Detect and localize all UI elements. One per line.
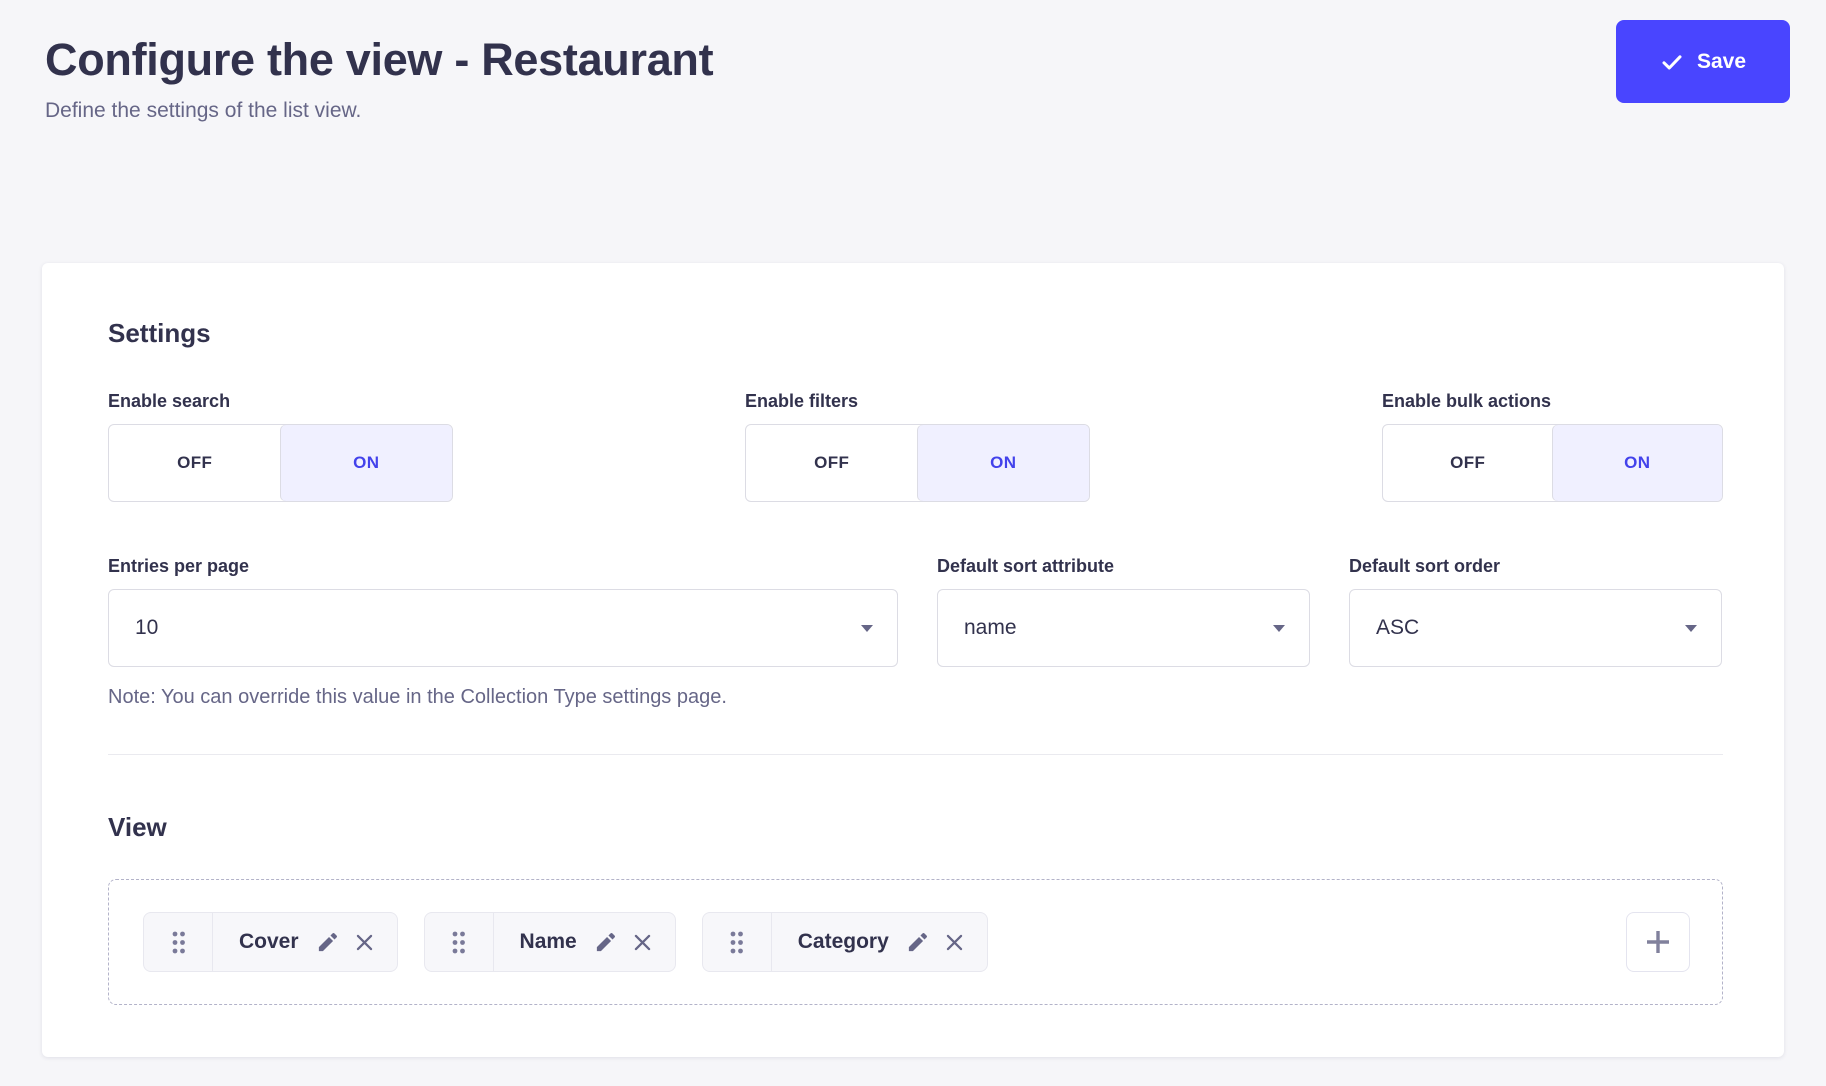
default-sort-order-label: Default sort order — [1349, 555, 1722, 577]
pencil-icon — [906, 931, 929, 954]
entries-per-page-label: Entries per page — [108, 555, 898, 577]
default-sort-order-select[interactable]: ASC — [1349, 589, 1722, 667]
settings-heading: Settings — [108, 317, 1723, 350]
enable-bulk-actions-label: Enable bulk actions — [1382, 390, 1723, 412]
drag-handle[interactable] — [703, 913, 772, 971]
field-chip-label: Name — [494, 930, 594, 954]
chevron-down-icon — [1273, 625, 1285, 632]
default-sort-attribute-select[interactable]: name — [937, 589, 1310, 667]
default-sort-attribute-value: name — [964, 616, 1017, 640]
enable-bulk-actions-off-button[interactable]: OFF — [1383, 425, 1553, 501]
page-header: Configure the view - Restaurant Define t… — [0, 0, 1826, 263]
pencil-icon — [316, 931, 339, 954]
enable-filters-toggle: OFF ON — [745, 424, 1090, 502]
field-chip-name: Name — [424, 912, 676, 972]
enable-bulk-actions-on-button[interactable]: ON — [1553, 425, 1723, 501]
close-icon — [944, 932, 965, 953]
drag-dots-icon — [729, 930, 744, 955]
toggle-row: Enable search OFF ON Enable filters OFF … — [108, 390, 1723, 502]
enable-search-label: Enable search — [108, 390, 453, 412]
field-chip-cover: Cover — [143, 912, 398, 972]
select-field-entries-per-page: Entries per page 10 — [108, 555, 898, 667]
edit-field-button[interactable] — [316, 931, 339, 954]
drag-handle[interactable] — [144, 913, 213, 971]
pencil-icon — [594, 931, 617, 954]
save-button[interactable]: Save — [1616, 20, 1790, 103]
chevron-down-icon — [861, 625, 873, 632]
enable-bulk-actions-toggle: OFF ON — [1382, 424, 1723, 502]
enable-filters-label: Enable filters — [745, 390, 1090, 412]
close-icon — [632, 932, 653, 953]
remove-field-button[interactable] — [944, 932, 965, 953]
note-text: Note: You can override this value in the… — [108, 685, 1723, 710]
enable-filters-off-button[interactable]: OFF — [746, 425, 918, 501]
add-field-button[interactable] — [1626, 912, 1690, 972]
enable-filters-on-button[interactable]: ON — [918, 425, 1090, 501]
field-chip-category: Category — [702, 912, 988, 972]
view-heading: View — [108, 811, 1723, 844]
save-button-label: Save — [1697, 50, 1746, 74]
close-icon — [354, 932, 375, 953]
enable-search-toggle: OFF ON — [108, 424, 453, 502]
enable-search-off-button[interactable]: OFF — [109, 425, 281, 501]
drag-dots-icon — [171, 930, 186, 955]
entries-per-page-select[interactable]: 10 — [108, 589, 898, 667]
default-sort-order-value: ASC — [1376, 616, 1419, 640]
field-chip-label: Category — [772, 930, 906, 954]
chevron-down-icon — [1685, 625, 1697, 632]
enable-search-on-button[interactable]: ON — [281, 425, 453, 501]
default-sort-attribute-label: Default sort attribute — [937, 555, 1310, 577]
check-icon — [1660, 50, 1684, 74]
toggle-field-enable-search: Enable search OFF ON — [108, 390, 453, 502]
select-field-default-sort-attribute: Default sort attribute name — [937, 555, 1310, 667]
view-fields-dropzone: Cover Name — [108, 879, 1723, 1005]
field-chip-list: Cover Name — [143, 912, 1626, 972]
page-title: Configure the view - Restaurant — [45, 32, 1784, 88]
plus-icon — [1644, 928, 1672, 956]
edit-field-button[interactable] — [594, 931, 617, 954]
page-subtitle: Define the settings of the list view. — [45, 97, 1784, 124]
remove-field-button[interactable] — [632, 932, 653, 953]
field-chip-label: Cover — [213, 930, 316, 954]
remove-field-button[interactable] — [354, 932, 375, 953]
edit-field-button[interactable] — [906, 931, 929, 954]
select-row: Entries per page 10 Default sort attribu… — [108, 555, 1723, 667]
drag-handle[interactable] — [425, 913, 494, 971]
entries-per-page-value: 10 — [135, 616, 158, 640]
toggle-field-enable-bulk-actions: Enable bulk actions OFF ON — [1382, 390, 1723, 502]
toggle-field-enable-filters: Enable filters OFF ON — [745, 390, 1090, 502]
section-divider — [108, 754, 1723, 755]
settings-card: Settings Enable search OFF ON Enable fil… — [42, 263, 1784, 1057]
select-field-default-sort-order: Default sort order ASC — [1349, 555, 1722, 667]
drag-dots-icon — [451, 930, 466, 955]
